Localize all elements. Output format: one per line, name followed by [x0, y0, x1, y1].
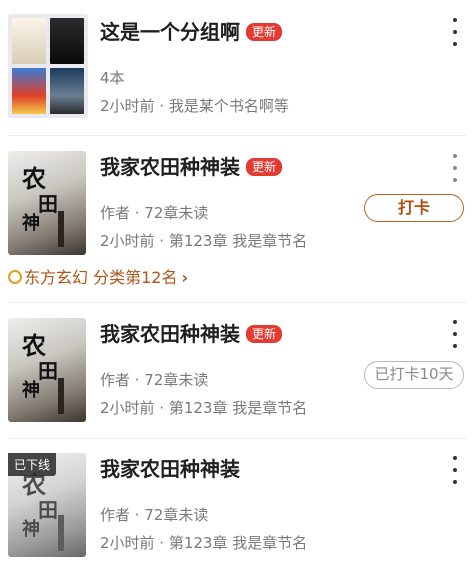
book-update-line: 2小时前 · 第123章 我是章节名 — [100, 534, 308, 552]
divider — [8, 302, 466, 303]
svg-text:田: 田 — [38, 498, 58, 522]
cover-art: 农 田 神 — [21, 331, 64, 414]
book-author-line: 作者 · 72章未读 — [100, 204, 209, 222]
svg-text:神: 神 — [22, 518, 40, 540]
update-badge: 更新 — [246, 324, 283, 343]
book-title-text: 我家农田种神装 — [100, 457, 240, 481]
more-vertical-icon[interactable] — [447, 154, 463, 182]
book-title-text: 我家农田种神装 — [100, 322, 240, 346]
cover-art: 农 田 神 — [21, 164, 64, 247]
offline-label: 已下线 — [8, 453, 57, 476]
svg-text:农: 农 — [21, 164, 46, 193]
svg-text:神: 神 — [22, 212, 40, 234]
update-badge: 更新 — [246, 157, 283, 176]
checked-in-days-badge: 已打卡10天 — [364, 361, 464, 389]
group-mini-cover — [50, 68, 84, 114]
book-update-line: 2小时前 · 第123章 我是章节名 — [100, 399, 308, 417]
svg-text:田: 田 — [38, 359, 58, 383]
book-title-text: 我家农田种神装 — [100, 155, 240, 179]
update-badge: 更新 — [246, 22, 283, 41]
group-mini-cover — [12, 68, 46, 114]
category-rank-text: 东方玄幻 分类第12名 — [24, 268, 178, 287]
book-title[interactable]: 我家农田种神装 更新 — [100, 155, 283, 179]
category-rank-link[interactable]: 东方玄幻 分类第12名 › — [8, 267, 188, 289]
checkin-button[interactable]: 打卡 — [364, 194, 464, 222]
divider — [8, 438, 466, 439]
book-title[interactable]: 我家农田种神装 — [100, 457, 240, 481]
chevron-right-icon: › — [181, 268, 189, 287]
book-cover[interactable]: 农 田 神 — [8, 151, 86, 255]
more-vertical-icon[interactable] — [447, 456, 463, 484]
group-title[interactable]: 这是一个分组啊 更新 — [100, 20, 283, 44]
more-vertical-icon[interactable] — [447, 18, 463, 46]
group-mini-cover — [50, 18, 84, 64]
medal-icon — [8, 269, 22, 284]
group-count: 4本 — [100, 69, 125, 87]
book-cover[interactable]: 农 田 神 — [8, 318, 86, 422]
svg-text:神: 神 — [22, 379, 40, 401]
svg-text:田: 田 — [38, 192, 58, 216]
book-update-line: 2小时前 · 第123章 我是章节名 — [100, 232, 308, 250]
svg-text:农: 农 — [21, 331, 46, 360]
group-title-text: 这是一个分组啊 — [100, 20, 240, 44]
book-title[interactable]: 我家农田种神装 更新 — [100, 322, 283, 346]
group-cover-grid[interactable] — [8, 14, 88, 118]
divider — [8, 135, 466, 136]
book-author-line: 作者 · 72章未读 — [100, 506, 209, 524]
group-mini-cover — [12, 18, 46, 64]
more-vertical-icon[interactable] — [447, 320, 463, 348]
book-author-line: 作者 · 72章未读 — [100, 371, 209, 389]
group-info: 2小时前 · 我是某个书名啊等 — [100, 97, 289, 115]
